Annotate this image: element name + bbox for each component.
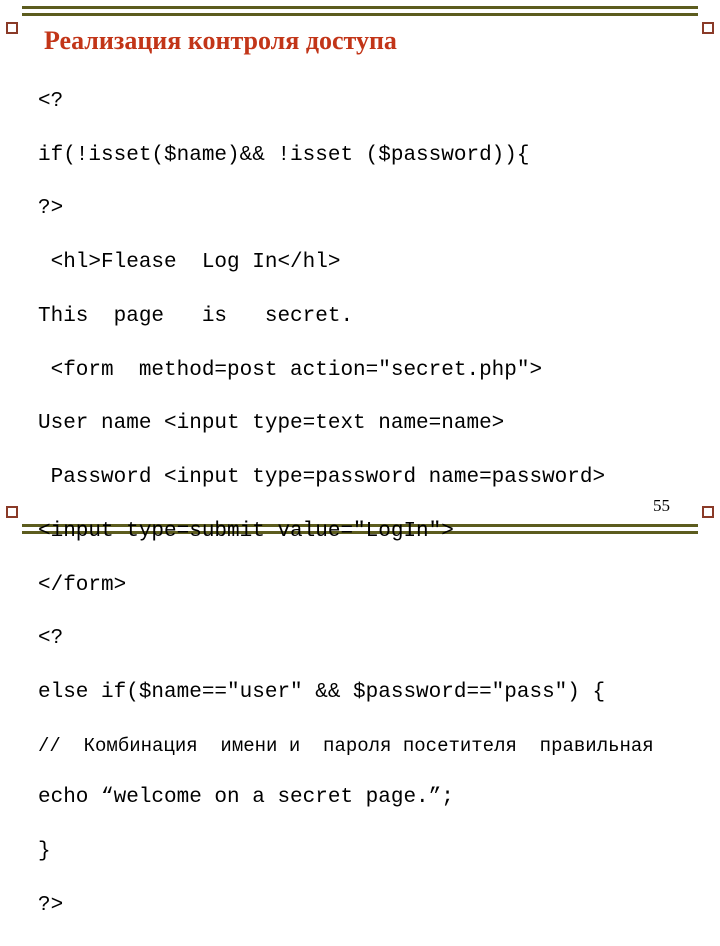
code-line: } (38, 839, 690, 866)
frame-top (22, 6, 698, 16)
corner-box (6, 22, 18, 34)
code-line: Password <input type=password name=passw… (38, 465, 690, 492)
code-line: ?> (38, 196, 690, 223)
code-line: echo “welcome on a secret page.”; (38, 785, 690, 812)
code-line: <input type=submit value="LogIn"> (38, 519, 690, 546)
code-line: else if($name=="user" && $password=="pas… (38, 680, 690, 707)
corner-box (702, 506, 714, 518)
slide: Реализация контроля доступа <? if(!isset… (0, 0, 720, 540)
corner-box (6, 506, 18, 518)
code-line: <? (38, 89, 690, 116)
code-line: if(!isset($name)&& !isset ($password)){ (38, 143, 690, 170)
code-line: <? (38, 626, 690, 653)
slide-title: Реализация контроля доступа (44, 26, 397, 56)
code-line: User name <input type=text name=name> (38, 411, 690, 438)
page-number: 55 (653, 496, 670, 516)
code-line: ?> (38, 893, 690, 920)
code-block: <? if(!isset($name)&& !isset ($password)… (38, 62, 690, 946)
code-line: This page is secret. (38, 304, 690, 331)
code-line: </form> (38, 573, 690, 600)
code-comment: // Комбинация имени и пароля посетителя … (38, 734, 690, 758)
code-line: <hl>Flease Log In</hl> (38, 250, 690, 277)
code-line: <form method=post action="secret.php"> (38, 358, 690, 385)
corner-box (702, 22, 714, 34)
